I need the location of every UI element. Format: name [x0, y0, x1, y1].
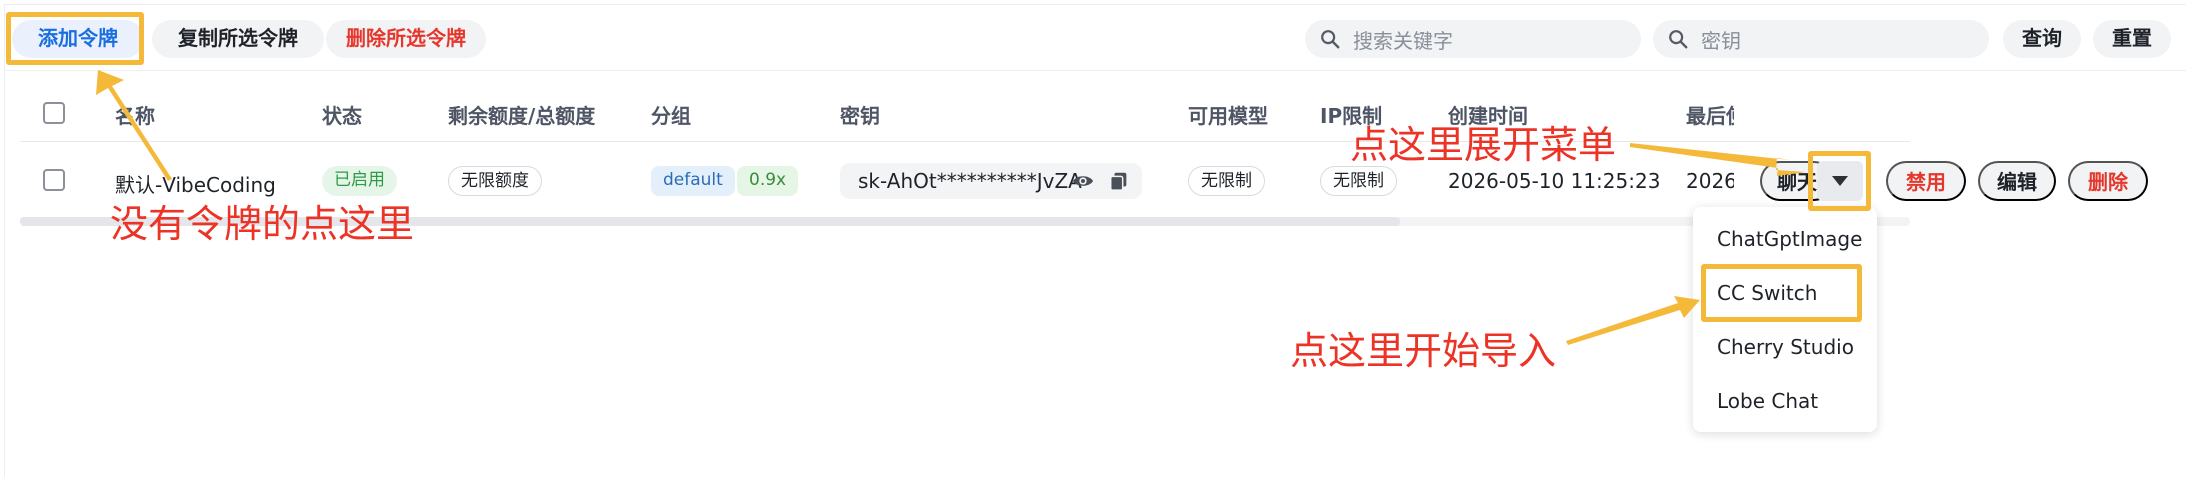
annotation-expand-menu: 点这里展开菜单	[1350, 123, 1617, 167]
page: 添加令牌 复制所选令牌 删除所选令牌 搜索关键字 密钥 查询 重置 名称 状态 …	[0, 0, 2190, 479]
annotation-start-import: 点这里开始导入	[1290, 329, 1557, 373]
annotation-no-token: 没有令牌的点这里	[110, 202, 415, 246]
arrow-to-cc-switch	[1566, 296, 1700, 345]
arrow-to-dropdown	[1630, 143, 1806, 176]
arrow-to-add-token	[96, 70, 172, 181]
